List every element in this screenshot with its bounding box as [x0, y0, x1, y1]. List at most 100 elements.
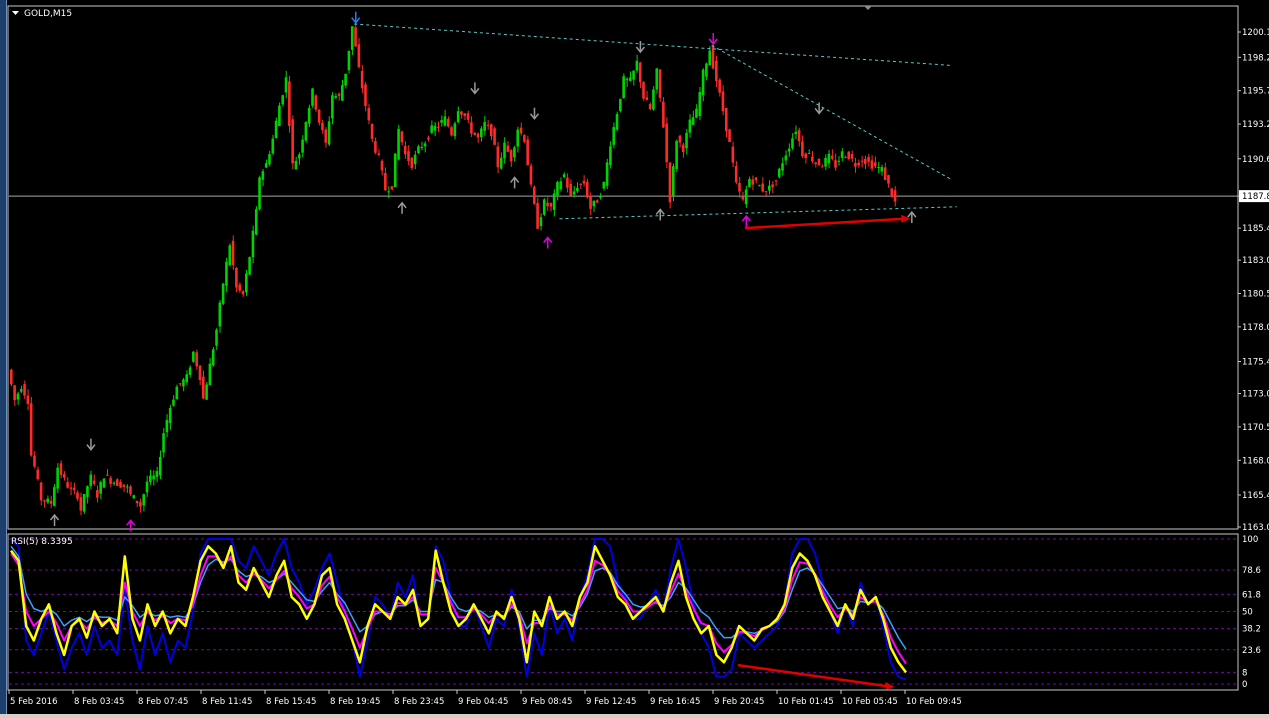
- bear-candle: [384, 173, 387, 191]
- bear-candle: [724, 107, 728, 132]
- chart-canvas[interactable]: 1200.1 1198.2 1195.7 1193.2 1190.6 1187.8 1185…: [0, 0, 1269, 718]
- bull-candle: [609, 146, 612, 166]
- bear-candle: [711, 46, 715, 69]
- bull-candle: [423, 143, 427, 147]
- rsi-axis-label: 8: [1242, 668, 1247, 678]
- x-axis-label: 5 Feb 2016: [10, 697, 58, 707]
- bull-candle: [208, 363, 212, 386]
- bull-candle: [102, 478, 106, 488]
- bear-candle: [374, 141, 377, 153]
- bear-candle: [13, 385, 16, 401]
- bull-candle: [698, 92, 702, 117]
- bear-candle: [72, 487, 76, 491]
- chart-window[interactable]: 1200.1 1198.2 1195.7 1193.2 1190.6 1187.8 1185…: [0, 0, 1269, 718]
- bull-candle: [168, 407, 172, 424]
- bear-candle: [658, 69, 662, 98]
- x-axis-label: 10 Feb 05:45: [842, 697, 898, 707]
- bull-candle: [592, 200, 596, 207]
- bull-candle: [228, 245, 232, 266]
- bull-candle: [188, 367, 192, 375]
- bull-candle: [225, 261, 228, 286]
- bull-candle: [483, 122, 486, 131]
- bear-candle: [198, 365, 202, 381]
- bull-candle: [294, 160, 298, 170]
- bear-candle: [460, 111, 463, 115]
- bull-candle: [89, 474, 93, 486]
- bull-candle: [503, 142, 506, 159]
- bear-candle: [473, 132, 476, 135]
- bear-candle: [893, 190, 897, 202]
- bear-candle: [370, 123, 374, 140]
- bull-candle: [278, 105, 281, 127]
- chart-title: GOLD,M15: [24, 9, 72, 19]
- bull-candle: [794, 131, 798, 135]
- bull-candle: [192, 351, 195, 362]
- y-axis-label: 1195.7: [1242, 87, 1269, 97]
- bull-candle: [53, 487, 56, 506]
- bull-candle: [155, 471, 159, 477]
- bull-candle: [258, 177, 261, 210]
- bull-candle: [112, 482, 116, 484]
- bull-candle: [281, 95, 285, 105]
- x-axis-label: 9 Feb 12:45: [586, 697, 636, 707]
- x-axis-label: 8 Feb 03:45: [74, 697, 124, 707]
- bull-candle: [304, 122, 308, 141]
- bear-candle: [115, 479, 119, 486]
- bull-candle: [691, 117, 695, 125]
- bull-candle: [430, 125, 433, 133]
- bear-candle: [364, 84, 367, 107]
- bear-candle: [526, 139, 529, 166]
- bear-candle: [873, 162, 877, 167]
- bear-candle: [489, 124, 493, 137]
- bull-candle: [125, 486, 129, 488]
- bear-candle: [59, 463, 63, 476]
- bear-candle: [820, 166, 824, 168]
- bear-candle: [324, 129, 328, 143]
- bear-candle: [523, 135, 526, 142]
- bull-candle: [165, 420, 169, 433]
- bear-candle: [579, 183, 582, 185]
- bull-candle: [552, 193, 556, 210]
- bear-candle: [741, 196, 745, 200]
- bear-candle: [463, 113, 467, 116]
- bear-candle: [407, 151, 410, 161]
- bear-candle: [883, 167, 887, 181]
- bull-candle: [271, 138, 275, 154]
- bear-candle: [860, 160, 864, 162]
- bear-candle: [681, 144, 685, 152]
- x-axis-label: 10 Feb 01:45: [778, 697, 834, 707]
- bull-candle: [162, 433, 165, 453]
- bull-candle: [655, 68, 659, 90]
- bull-candle: [632, 70, 635, 80]
- bull-candle: [99, 482, 102, 494]
- y-axis-label: 1178.0: [1242, 323, 1269, 333]
- bull-candle: [397, 128, 400, 160]
- y-axis-label: 1173.0: [1242, 390, 1269, 400]
- rsi-axis-label: 78.6: [1242, 566, 1261, 576]
- bear-candle: [321, 122, 324, 131]
- bull-candle: [705, 63, 708, 77]
- bull-candle: [559, 181, 563, 190]
- bear-candle: [648, 104, 652, 110]
- bear-candle: [536, 203, 539, 229]
- bear-candle: [715, 60, 718, 82]
- bear-candle: [36, 469, 40, 480]
- bull-candle: [499, 157, 503, 169]
- bull-candle: [341, 85, 344, 101]
- bull-candle: [453, 123, 457, 137]
- bear-candle: [721, 91, 725, 112]
- bear-candle: [662, 101, 665, 128]
- bull-candle: [254, 209, 258, 235]
- bear-candle: [288, 81, 291, 127]
- bull-candle: [16, 393, 20, 400]
- bull-candle: [142, 494, 145, 506]
- bear-candle: [403, 145, 407, 155]
- bull-candle: [145, 481, 149, 493]
- bear-candle: [847, 151, 851, 160]
- y-axis-label: 1180.5: [1242, 290, 1269, 300]
- x-axis-label: 9 Feb 04:45: [458, 697, 508, 707]
- bull-candle: [840, 151, 844, 158]
- bull-candle: [274, 120, 278, 139]
- bear-candle: [857, 162, 860, 166]
- bear-candle: [734, 165, 738, 183]
